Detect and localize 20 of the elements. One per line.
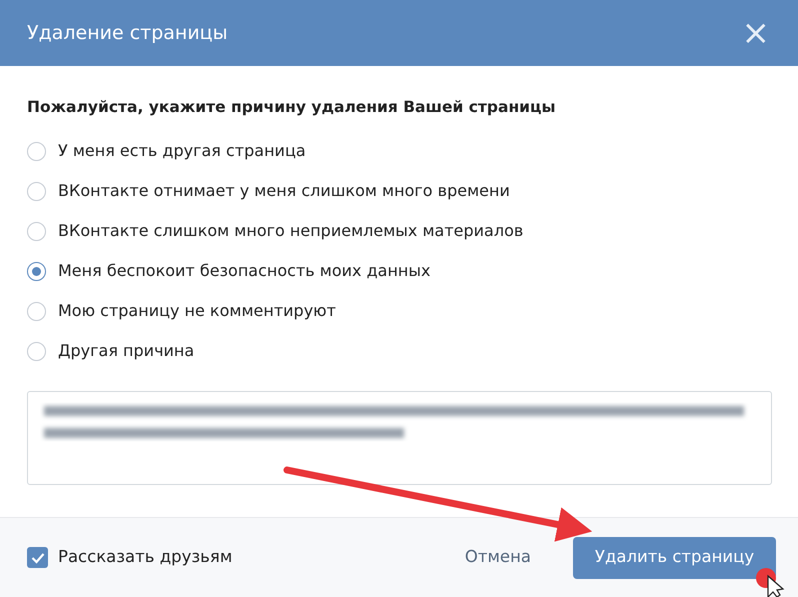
- reason-label[interactable]: ВКонтакте отнимает у меня слишком много времени: [58, 179, 510, 204]
- comment-field[interactable]: [27, 391, 772, 486]
- reason-label[interactable]: Мою страницу не комментируют: [58, 299, 336, 324]
- tell-friends-checkbox[interactable]: [27, 547, 48, 568]
- reason-label[interactable]: Меня беспокоит безопасность моих данных: [58, 259, 430, 284]
- radio-button[interactable]: [27, 182, 46, 201]
- reason-prompt: Пожалуйста, укажите причину удаления Вашей страницы: [27, 97, 557, 118]
- checkmark-icon: [30, 552, 44, 564]
- radio-button[interactable]: [27, 262, 46, 281]
- radio-button[interactable]: [27, 222, 46, 241]
- delete-page-button[interactable]: Удалить страницу: [573, 536, 776, 578]
- dialog-title: Удаление страницы: [27, 20, 228, 46]
- radio-button[interactable]: [27, 342, 46, 361]
- cancel-button[interactable]: Отмена: [458, 544, 537, 571]
- tell-friends-label: Рассказать друзьям: [58, 546, 232, 568]
- reason-label[interactable]: У меня есть другая страница: [58, 139, 306, 164]
- radio-button[interactable]: [27, 302, 46, 321]
- radio-button[interactable]: [27, 142, 46, 161]
- reason-label[interactable]: ВКонтакте слишком много неприемлемых материалов: [58, 219, 524, 244]
- reason-label[interactable]: Другая причина: [58, 339, 194, 364]
